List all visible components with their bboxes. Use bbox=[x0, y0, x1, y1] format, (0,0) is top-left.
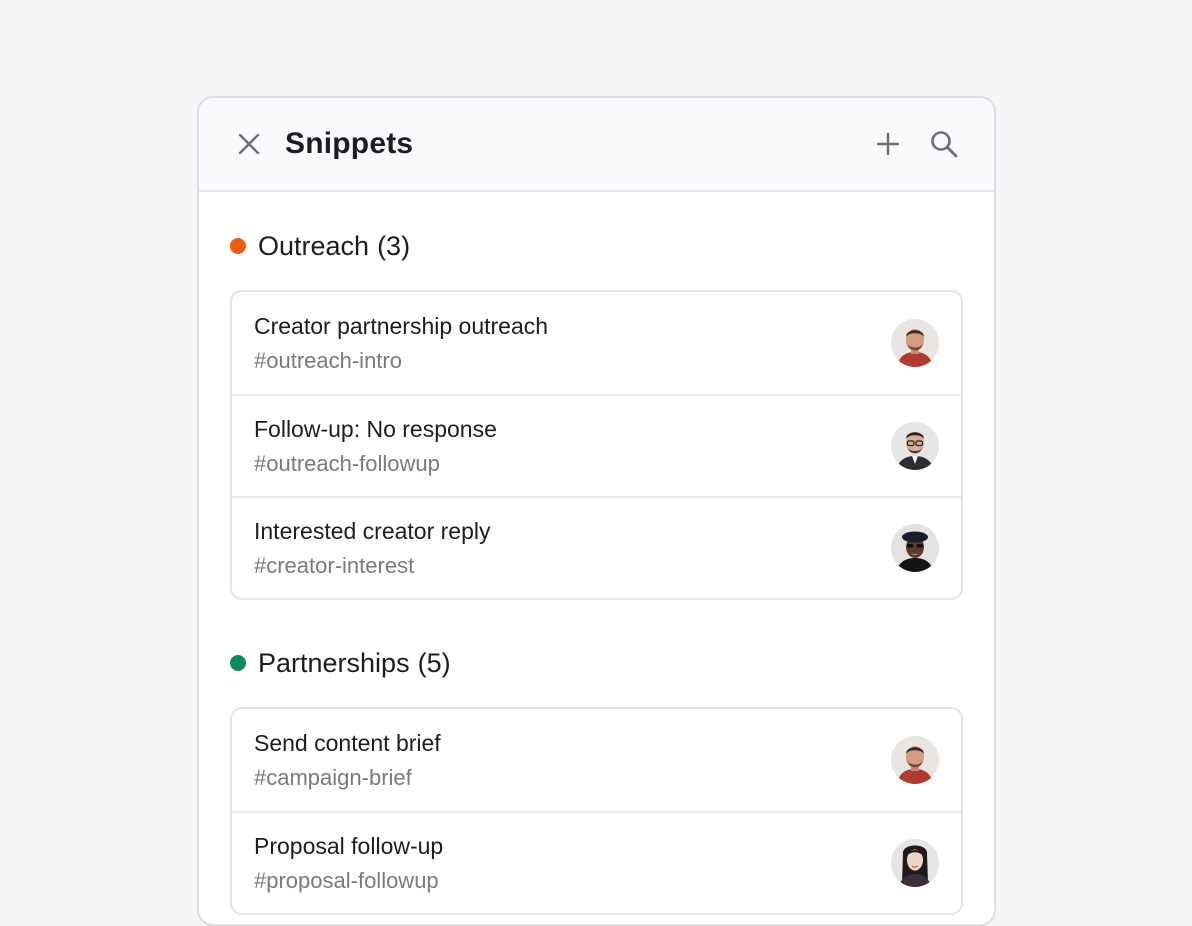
snippet-row[interactable]: Creator partnership outreach #outreach-i… bbox=[232, 292, 961, 394]
snippet-row[interactable]: Send content brief #campaign-brief bbox=[232, 709, 961, 811]
group-color-dot bbox=[230, 238, 246, 254]
close-icon bbox=[238, 133, 260, 155]
snippet-row[interactable]: Interested creator reply #creator-intere… bbox=[232, 496, 961, 598]
snippet-row[interactable]: Proposal follow-up #proposal-followup bbox=[232, 811, 961, 913]
group-header-outreach[interactable]: Outreach (3) bbox=[230, 219, 963, 273]
group-header-partnerships[interactable]: Partnerships (5) bbox=[230, 636, 963, 690]
snippet-title: Interested creator reply bbox=[254, 518, 491, 544]
panel-title: Snippets bbox=[285, 127, 414, 160]
avatar bbox=[891, 839, 939, 887]
snippet-title: Proposal follow-up bbox=[254, 833, 444, 859]
snippet-title: Creator partnership outreach bbox=[254, 313, 549, 339]
snippet-tag: #outreach-followup bbox=[254, 451, 440, 476]
snippet-title: Send content brief bbox=[254, 730, 441, 756]
avatar-man-glasses-icon bbox=[891, 422, 939, 470]
snippet-card-partnerships: Send content brief #campaign-brief Propo… bbox=[230, 707, 963, 915]
search-icon bbox=[931, 131, 958, 158]
group-color-dot bbox=[230, 655, 246, 671]
snippet-title: Follow-up: No response bbox=[254, 416, 497, 442]
snippet-card-outreach: Creator partnership outreach #outreach-i… bbox=[230, 290, 963, 600]
avatar bbox=[891, 319, 939, 367]
plus-icon bbox=[876, 132, 900, 156]
add-snippet-button[interactable] bbox=[872, 128, 904, 160]
snippet-row[interactable]: Follow-up: No response #outreach-followu… bbox=[232, 394, 961, 496]
snippet-tag: #outreach-intro bbox=[254, 348, 402, 373]
group-count: (3) bbox=[377, 230, 411, 261]
group-count: (5) bbox=[417, 647, 451, 678]
panel-header: Snippets bbox=[199, 98, 994, 192]
snippet-tag: #campaign-brief bbox=[254, 765, 412, 790]
avatar-man-beret-icon bbox=[891, 524, 939, 572]
search-button[interactable] bbox=[928, 128, 960, 160]
avatar-man-redshirt-icon bbox=[891, 319, 939, 367]
snippet-tag: #proposal-followup bbox=[254, 868, 439, 893]
snippet-list: Outreach (3) Creator partnership outreac… bbox=[199, 219, 994, 915]
avatar bbox=[891, 422, 939, 470]
avatar bbox=[891, 524, 939, 572]
avatar-man-redshirt-icon bbox=[891, 736, 939, 784]
avatar bbox=[891, 736, 939, 784]
snippets-panel: Snippets Outreach (3) Creator partnershi… bbox=[197, 96, 996, 926]
group-name: Outreach bbox=[258, 230, 370, 261]
snippet-tag: #creator-interest bbox=[254, 553, 415, 578]
group-name: Partnerships bbox=[258, 647, 410, 678]
avatar-woman-icon bbox=[891, 839, 939, 887]
close-button[interactable] bbox=[235, 130, 263, 158]
